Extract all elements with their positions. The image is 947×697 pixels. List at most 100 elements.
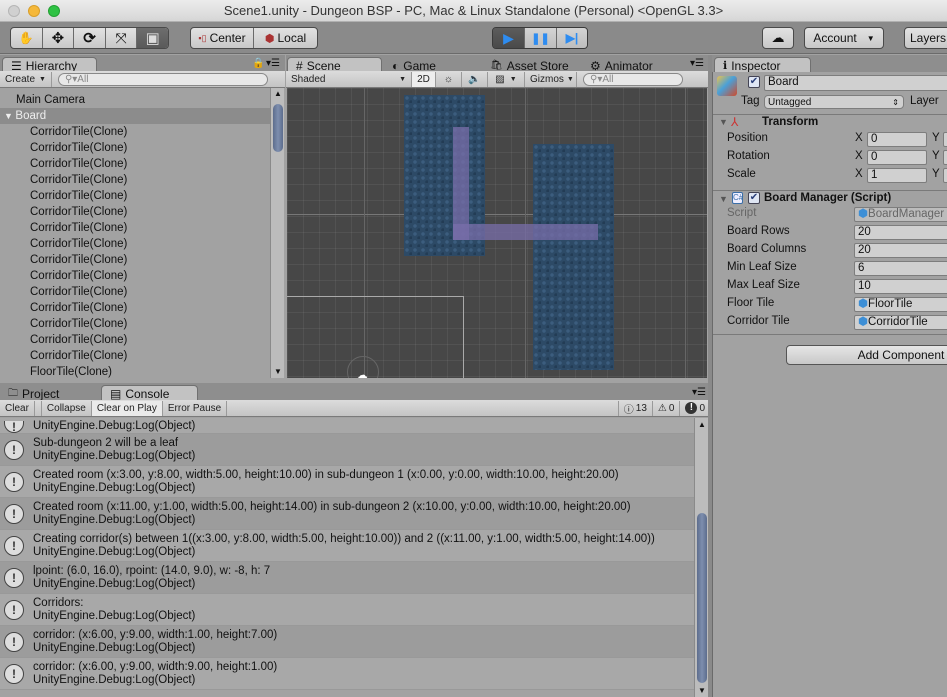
effects-dropdown[interactable]: ▨ ▼ (488, 71, 525, 87)
scene-search-input[interactable]: ⚲▾All (583, 72, 683, 86)
foldout-arrow-icon[interactable]: ▼ (4, 111, 15, 121)
hierarchy-item[interactable]: CorridorTile(Clone) (0, 220, 270, 236)
scrollbar-thumb[interactable] (697, 513, 707, 683)
maximize-window-button[interactable] (48, 5, 60, 17)
create-dropdown[interactable]: Create ▼ (0, 71, 52, 87)
console-log-entry[interactable]: ! Created room (x:11.00, y:1.00, width:5… (0, 498, 694, 530)
corridor-horizontal[interactable] (453, 224, 598, 240)
transform-position-x-input[interactable]: 0 (867, 132, 927, 147)
add-component-button[interactable]: Add Component (786, 345, 947, 365)
hierarchy-item[interactable]: CorridorTile(Clone) (0, 188, 270, 204)
hierarchy-item[interactable]: CorridorTile(Clone) (0, 204, 270, 220)
scroll-up-icon[interactable]: ▲ (274, 89, 282, 98)
foldout-arrow-icon[interactable]: ▼ (719, 117, 728, 127)
hierarchy-item[interactable]: CorridorTile(Clone) (0, 348, 270, 364)
transform-scale-x-input[interactable]: 1 (867, 168, 927, 183)
console-log-entry[interactable]: ! Creating corridor(s) between 1((x:3.00… (0, 530, 694, 562)
toggle-2d-button[interactable]: 2D (412, 71, 436, 87)
info-filter-toggle[interactable]: ⓘ 13 (617, 400, 653, 416)
hierarchy-item[interactable]: CorridorTile(Clone) (0, 140, 270, 156)
lock-icon[interactable]: 🔒 (252, 58, 264, 69)
dropdown-arrow-icon: ▼ (399, 75, 406, 83)
hierarchy-item[interactable]: FloorTile(Clone) (0, 364, 270, 378)
scale-tool-button[interactable]: ⤧ (106, 28, 138, 48)
component-enabled-checkbox[interactable]: ✔ (748, 192, 760, 204)
floor-tile-field[interactable]: ⬢FloorTile (854, 297, 947, 312)
min-leaf-size-field[interactable]: 6 (854, 261, 947, 276)
console-log-entry[interactable]: ! corridor: (x:6.00, y:9.00, width:1.00,… (0, 626, 694, 658)
console-log-entry[interactable]: ! Created room (x:3.00, y:8.00, width:5.… (0, 466, 694, 498)
account-dropdown[interactable]: Account ▼ (804, 27, 884, 49)
lighting-toggle[interactable]: ☼ (436, 71, 462, 87)
pivot-local-button[interactable]: ⬢ Local (254, 28, 317, 48)
transform-scale-y-input[interactable] (943, 168, 947, 183)
clear-on-play-toggle[interactable]: Clear on Play (91, 400, 163, 416)
board-columns-field[interactable]: 20 (854, 243, 947, 258)
pane-splitter[interactable] (708, 55, 712, 697)
scroll-down-icon[interactable]: ▼ (274, 367, 282, 376)
play-button[interactable]: ▶ (493, 28, 525, 48)
console-log-entry[interactable]: ! lpoint: (6.0, 16.0), rpoint: (14.0, 9.… (0, 562, 694, 594)
console-log-entry[interactable]: ! UnityEngine.Debug:Log(Object) (0, 418, 694, 434)
hierarchy-item[interactable]: CorridorTile(Clone) (0, 156, 270, 172)
board-rows-field[interactable]: 20 (854, 225, 947, 240)
hierarchy-item[interactable]: CorridorTile(Clone) (0, 236, 270, 252)
info-message-icon: ! (4, 631, 24, 652)
layers-dropdown[interactable]: Layers (904, 27, 947, 49)
transform-rotation-x-input[interactable]: 0 (867, 150, 927, 165)
console-log-entry[interactable]: ! corridor: (x:6.00, y:9.00, width:9.00,… (0, 658, 694, 690)
camera-gizmo-icon[interactable]: ☁ (356, 368, 368, 378)
hierarchy-item[interactable]: Main Camera (0, 92, 270, 108)
clear-button[interactable]: Clear (0, 400, 35, 416)
hierarchy-item[interactable]: CorridorTile(Clone) (0, 316, 270, 332)
audio-toggle[interactable]: 🔈 (462, 71, 488, 87)
corridor-tile-field[interactable]: ⬢CorridorTile (854, 315, 947, 330)
warning-filter-toggle[interactable]: ⚠ 0 (653, 400, 681, 416)
close-window-button[interactable] (8, 5, 20, 17)
hierarchy-item[interactable]: CorridorTile(Clone) (0, 284, 270, 300)
scroll-down-icon[interactable]: ▼ (698, 686, 706, 695)
pane-menu-icon[interactable]: ▾☰ (692, 387, 706, 398)
hierarchy-search-input[interactable]: ⚲▾All (57, 72, 268, 86)
max-leaf-size-field[interactable]: 10 (854, 279, 947, 294)
console-scrollbar[interactable]: ▲ ▼ (694, 418, 708, 697)
hierarchy-item[interactable]: CorridorTile(Clone) (0, 252, 270, 268)
hierarchy-item[interactable]: CorridorTile(Clone) (0, 124, 270, 140)
hierarchy-item[interactable]: CorridorTile(Clone) (0, 332, 270, 348)
error-pause-toggle[interactable]: Error Pause (163, 400, 228, 416)
tag-dropdown[interactable]: Untagged ⇕ (764, 95, 904, 109)
hierarchy-item[interactable]: CorridorTile(Clone) (0, 172, 270, 188)
shading-mode-dropdown[interactable]: Shaded ▼ (286, 71, 412, 87)
scene-viewport[interactable]: ☁ (287, 88, 707, 378)
hierarchy-item[interactable]: CorridorTile(Clone) (0, 300, 270, 316)
collapse-toggle[interactable]: Collapse (40, 400, 92, 416)
pane-menu-icon[interactable]: ▾☰ (690, 58, 704, 69)
gizmos-dropdown[interactable]: Gizmos ▼ (525, 71, 577, 87)
rect-tool-button[interactable]: ▣ (137, 28, 168, 48)
log-stacktrace: UnityEngine.Debug:Log(Object) (33, 673, 196, 686)
hand-tool-button[interactable]: ✋ (11, 28, 43, 48)
room-2[interactable] (533, 144, 614, 370)
transform-position-y-input[interactable] (943, 132, 947, 147)
move-tool-button[interactable]: ✥ (43, 28, 75, 48)
hierarchy-item-label: CorridorTile(Clone) (30, 126, 128, 138)
scroll-up-icon[interactable]: ▲ (698, 420, 706, 429)
scrollbar-thumb[interactable] (273, 104, 283, 152)
collab-cloud-button[interactable]: ☁ (762, 27, 794, 49)
console-log-entry[interactable]: ! Corridors: UnityEngine.Debug:Log(Object… (0, 594, 694, 626)
console-log-entry[interactable]: ! Sub-dungeon 2 will be a leaf UnityEngin… (0, 434, 694, 466)
rotate-tool-button[interactable]: ⟳ (74, 28, 106, 48)
hierarchy-item[interactable]: CorridorTile(Clone) (0, 268, 270, 284)
object-name-input[interactable]: Board (764, 75, 947, 91)
pane-menu-icon[interactable]: ▾☰ (266, 58, 280, 69)
step-button[interactable]: ▶| (557, 28, 587, 48)
transform-rotation-y-input[interactable] (943, 150, 947, 165)
pause-button[interactable]: ❚❚ (525, 28, 557, 48)
foldout-arrow-icon[interactable]: ▼ (719, 194, 728, 204)
active-checkbox[interactable]: ✔ (748, 76, 760, 88)
hierarchy-scrollbar[interactable]: ▲ ▼ (270, 88, 284, 378)
pivot-center-button[interactable]: ▪▯ Center (191, 28, 255, 48)
hierarchy-item[interactable]: ▼ Board (0, 108, 270, 124)
error-filter-toggle[interactable]: ! 0 (680, 401, 710, 416)
minimize-window-button[interactable] (28, 5, 40, 17)
